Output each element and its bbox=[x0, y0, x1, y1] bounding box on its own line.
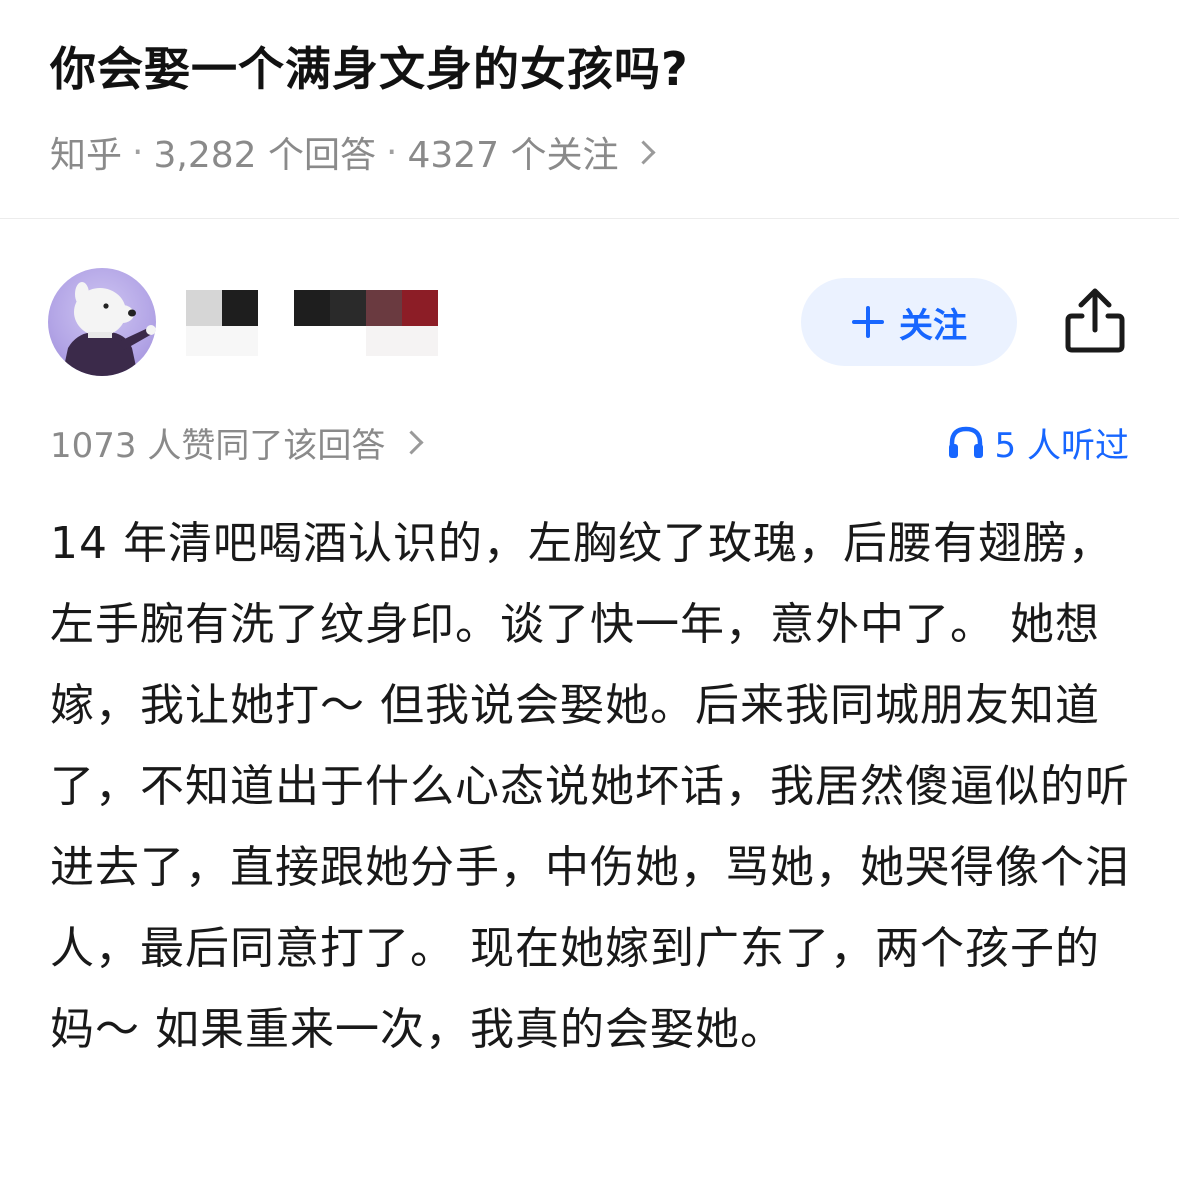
listen-info[interactable]: 5 人听过 bbox=[947, 414, 1129, 470]
question-title[interactable]: 你会娶一个满身文身的女孩吗? bbox=[50, 34, 689, 104]
pixel-block bbox=[330, 290, 366, 326]
question-meta[interactable]: 知乎 · 3,282 个回答 · 4327 个关注 bbox=[50, 124, 656, 180]
author-avatar[interactable] bbox=[48, 268, 156, 376]
pixel-block bbox=[402, 290, 438, 326]
section-divider bbox=[0, 218, 1179, 219]
followers-count: 4327 个关注 bbox=[407, 135, 619, 176]
headphones-icon bbox=[948, 426, 983, 458]
pixel-block bbox=[366, 326, 438, 356]
upvote-info[interactable]: 1073 人赞同了该回答 bbox=[50, 414, 424, 470]
meta-separator: · bbox=[385, 131, 398, 173]
follow-button-label: 关注 bbox=[899, 306, 967, 345]
pixel-block bbox=[186, 290, 222, 326]
listen-text: 5 人听过 bbox=[994, 425, 1129, 466]
pixel-block bbox=[294, 290, 330, 326]
meta-separator: · bbox=[132, 131, 144, 173]
share-icon[interactable] bbox=[1062, 286, 1128, 354]
author-name-censored[interactable] bbox=[186, 288, 442, 360]
source-label: 知乎 bbox=[50, 135, 123, 176]
chevron-right-icon bbox=[630, 139, 656, 165]
plus-icon bbox=[852, 306, 884, 338]
pixel-block bbox=[186, 326, 258, 356]
answer-content[interactable]: 14 年清吧喝酒认识的，左胸纹了玫瑰，后腰有翅膀，左手腕有洗了纹身印。谈了快一年… bbox=[50, 503, 1132, 1070]
chevron-right-icon bbox=[399, 429, 424, 455]
follow-button[interactable]: 关注 bbox=[801, 278, 1017, 366]
upvotes-text: 1073 人赞同了该回答 bbox=[50, 425, 386, 466]
pixel-block bbox=[222, 290, 258, 326]
pixel-block bbox=[366, 290, 402, 326]
avatar-dog-icon bbox=[62, 282, 156, 376]
answers-count: 3,282 个回答 bbox=[153, 135, 376, 176]
